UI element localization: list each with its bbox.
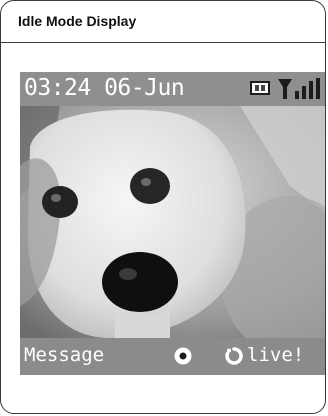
clock-date-readout: 03:24 06-Jun xyxy=(24,75,185,101)
ok-circle-icon[interactable] xyxy=(173,346,193,366)
status-bar: 03:24 06-Jun xyxy=(20,72,325,106)
phone-screen: 03:24 06-Jun Message live! xyxy=(20,72,325,375)
live-logo-icon xyxy=(225,347,243,365)
figure-title: Idle Mode Display xyxy=(18,13,137,29)
dog-wallpaper-image xyxy=(20,106,325,338)
softkey-bar: Message live! xyxy=(20,338,325,375)
figure-frame: Idle Mode Display 03:24 06-Jun Message l… xyxy=(0,0,326,414)
live-softkey[interactable]: live! xyxy=(247,344,304,366)
battery-icon xyxy=(250,81,270,95)
message-softkey[interactable]: Message xyxy=(24,344,104,366)
figure-header: Idle Mode Display xyxy=(1,1,325,43)
signal-strength-icon xyxy=(278,78,320,99)
wallpaper-art xyxy=(20,106,325,338)
